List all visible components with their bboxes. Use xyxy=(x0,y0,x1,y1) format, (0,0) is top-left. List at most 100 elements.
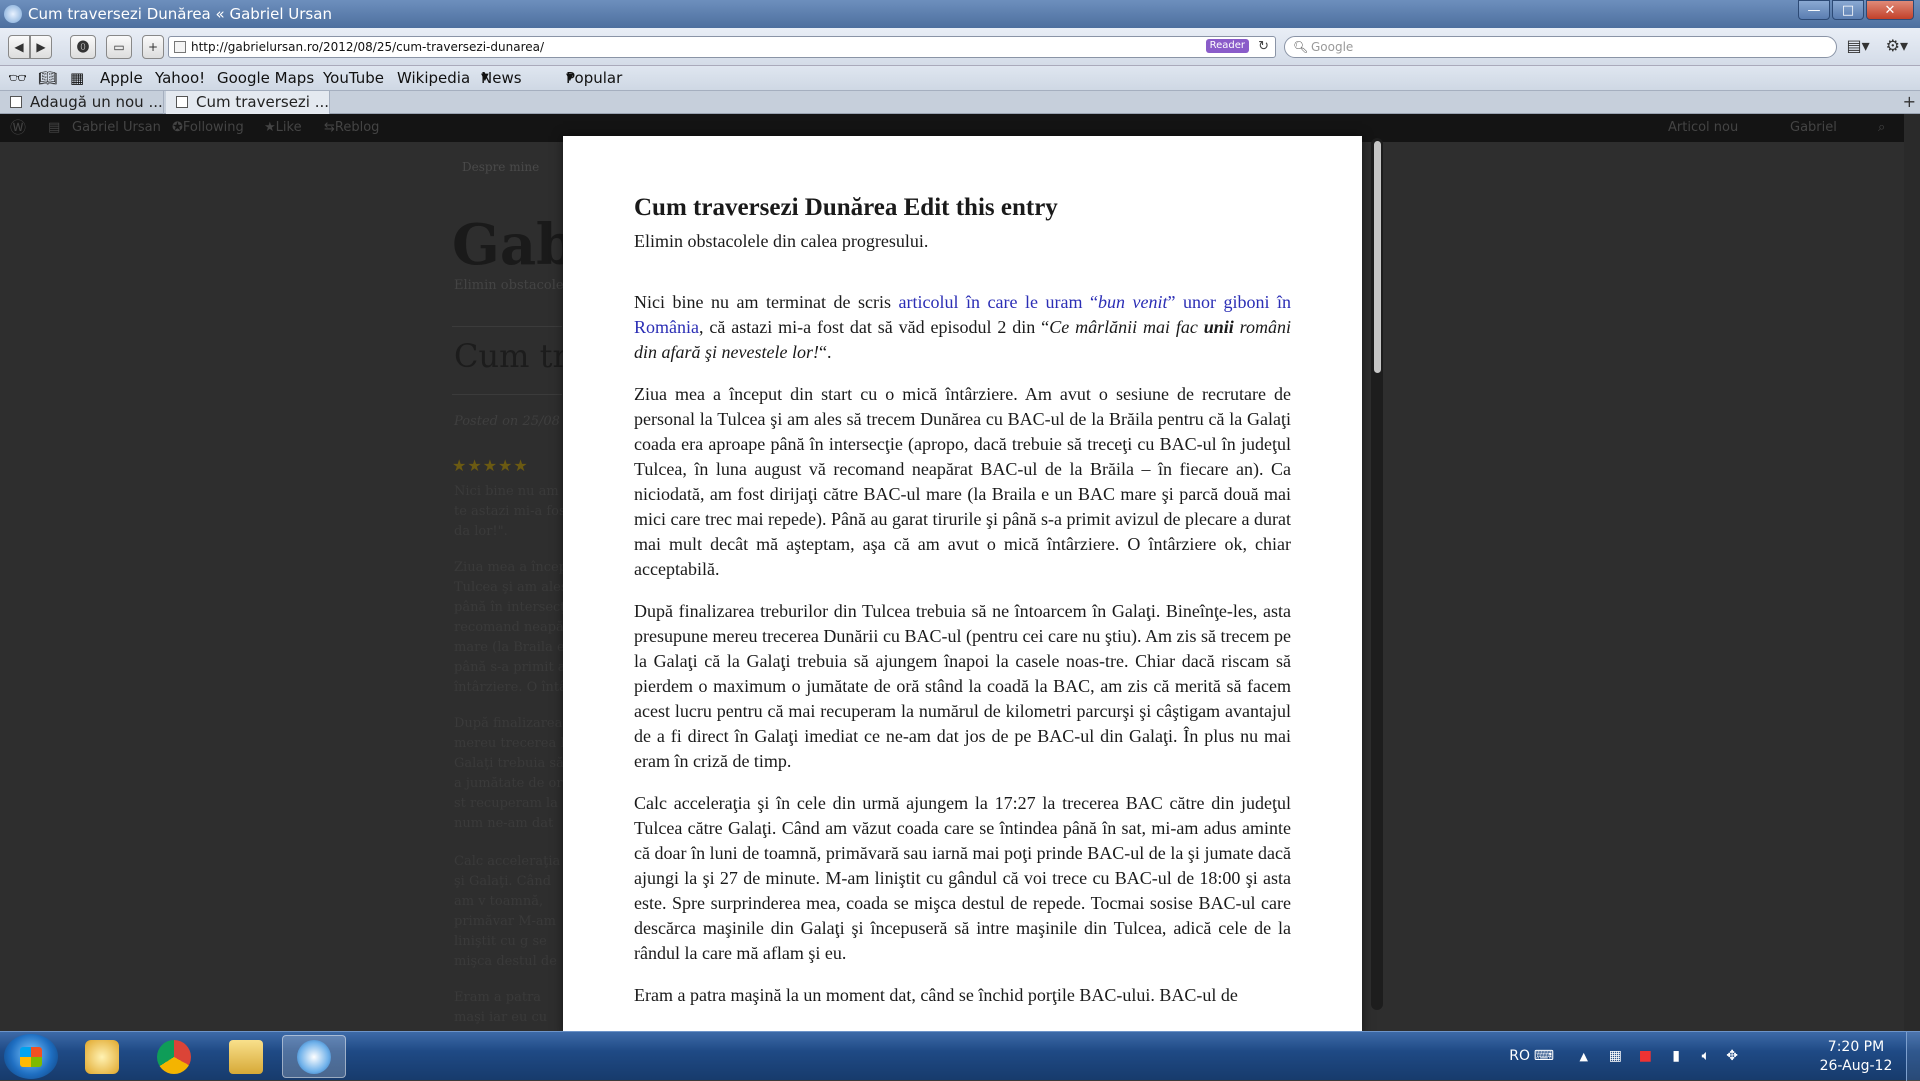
site-menu-item[interactable]: Despre mine xyxy=(462,160,539,174)
maximize-button[interactable]: □ xyxy=(1832,0,1864,20)
excerpt: Eram a patra maşi iar eu cu cele 3 m xyxy=(454,990,548,1025)
post-meta: Posted on 25/08 xyxy=(454,414,560,429)
top-sites-icon[interactable]: ⓿ xyxy=(70,35,96,59)
article-paragraph: Calc acceleraţia şi în cele din urmă aju… xyxy=(634,793,1291,963)
folder-icon xyxy=(229,1039,263,1074)
page-menu-icon[interactable]: ▤▾ xyxy=(1846,36,1869,55)
show-hidden-icons[interactable]: ▲ xyxy=(1580,1032,1588,1081)
wp-reblog[interactable]: ⇆ Reblog xyxy=(324,114,379,142)
reading-list-icon[interactable]: 👓︎ xyxy=(8,66,27,90)
volume-icon[interactable]: 🔈︎ xyxy=(1702,1032,1710,1081)
address-bar[interactable]: http://gabrielursan.ro/2012/08/25/cum-tr… xyxy=(168,36,1276,58)
windows-taskbar: RO ⌨ ▲ ▦ ■ ▮ 🔈︎ ✥ 7:20 PM 26-Aug-12 xyxy=(0,1031,1920,1081)
reload-icon[interactable]: ↻ xyxy=(1258,37,1269,57)
search-icon[interactable]: ⌕ xyxy=(1878,114,1885,142)
back-button[interactable]: ◀ xyxy=(8,35,30,59)
wp-site-link[interactable]: Gabriel Ursan xyxy=(72,114,161,142)
top-sites-grid-icon[interactable]: ▦ xyxy=(70,66,84,90)
menu-icon: ▤ xyxy=(48,120,61,135)
input-language[interactable]: RO xyxy=(1509,1032,1530,1081)
window-titlebar: Cum traversezi Dunărea « Gabriel Ursan —… xyxy=(0,0,1920,28)
bookmark-youtube[interactable]: YouTube xyxy=(323,66,384,90)
window-title: Cum traversezi Dunărea « Gabriel Ursan xyxy=(28,5,332,23)
wordpress-logo-icon[interactable]: Ⓦ xyxy=(10,114,26,142)
clock-date: 26-Aug-12 xyxy=(1819,1058,1893,1074)
forward-button[interactable]: ▶ xyxy=(30,35,52,59)
network-icon[interactable]: ▮ xyxy=(1672,1032,1680,1081)
site-tagline: Elimin obstacolele xyxy=(454,278,576,293)
excerpt: Ziua mea a încep Tulcea şi am ales până … xyxy=(454,560,573,695)
tab-bar: Adaugă un nou ... Cum traversezi ... + xyxy=(0,90,1920,114)
article-paragraph: Nici bine nu am terminat de scris artico… xyxy=(634,290,1291,365)
page-icon xyxy=(174,41,186,53)
bookmark-google-maps[interactable]: Google Maps xyxy=(217,66,314,90)
article-paragraph: După finalizarea treburilor din Tulcea t… xyxy=(634,601,1291,771)
bookmarks-book-icon[interactable]: 📖︎ xyxy=(38,66,57,90)
windows-logo-icon xyxy=(20,1047,42,1067)
article-paragraph: Eram a patra maşină la un moment dat, câ… xyxy=(634,985,1238,1005)
mail-icon xyxy=(85,1039,119,1074)
wp-like[interactable]: ★ Like xyxy=(264,114,302,142)
reader-button[interactable]: Reader xyxy=(1205,39,1249,53)
tab-adauga[interactable]: Adaugă un nou ... xyxy=(0,91,164,114)
following-label: Following xyxy=(182,120,244,135)
tab-cum-traversezi[interactable]: Cum traversezi ... xyxy=(166,91,330,114)
wp-new-post[interactable]: Articol nou xyxy=(1668,114,1738,142)
show-desktop-button[interactable] xyxy=(1906,1032,1920,1081)
article-subtitle: Elimin obstacolele din calea progresului… xyxy=(634,231,929,251)
text: Nici bine nu am terminat de scris xyxy=(634,292,899,312)
action-center-icon[interactable]: ▦ xyxy=(1609,1032,1622,1081)
chevron-down-icon: ▼ xyxy=(566,72,574,83)
taskbar-outlook[interactable] xyxy=(70,1035,134,1078)
bookmark-yahoo[interactable]: Yahoo! xyxy=(155,66,205,90)
url-text: http://gabrielursan.ro/2012/08/25/cum-tr… xyxy=(191,40,545,54)
window-controls: — □ ✕ xyxy=(1798,0,1914,20)
minimize-button[interactable]: — xyxy=(1798,0,1830,20)
taskbar-chrome[interactable] xyxy=(142,1035,206,1078)
search-icon: 🔍︎ xyxy=(1293,40,1309,54)
clock[interactable]: 7:20 PM 26-Aug-12 xyxy=(1816,1038,1896,1076)
popular-label: Popular xyxy=(566,69,623,87)
link-text: articolul în care le uram “ xyxy=(898,292,1098,312)
toolbar-menu-icons: ▤▾ ⚙▾ xyxy=(1846,36,1908,55)
wp-following[interactable]: ✪ Following xyxy=(172,114,244,142)
safari-compass-icon xyxy=(297,1039,331,1074)
new-tab-button[interactable]: + xyxy=(1903,91,1916,113)
chevron-down-icon: ▼ xyxy=(481,72,489,83)
reader-scroll-thumb[interactable] xyxy=(1374,141,1381,373)
rating-stars[interactable]: ★★★★★ xyxy=(452,456,529,475)
chrome-icon xyxy=(157,1039,191,1074)
taskbar-explorer[interactable] xyxy=(214,1035,278,1078)
strong-emphasis: unii xyxy=(1203,317,1234,337)
page-scrollbar[interactable] xyxy=(1904,114,1920,1031)
link-emphasis: bun venit xyxy=(1097,292,1168,312)
excerpt: Calc acceleraţia şi Galaţi. Când am v to… xyxy=(454,854,561,969)
search-input[interactable]: 🔍︎ Google xyxy=(1284,36,1837,58)
add-bookmark-icon[interactable]: + xyxy=(142,35,164,59)
keyboard-icon[interactable]: ⌨ xyxy=(1534,1032,1554,1081)
show-page-icon[interactable]: ▭ xyxy=(106,35,132,59)
emphasis: Ce mârlănii mai fac xyxy=(1049,317,1204,337)
bookmark-apple[interactable]: Apple xyxy=(100,66,143,90)
reader-article: Cum traversezi Dunărea Edit this entry E… xyxy=(634,192,1291,1025)
clock-time: 7:20 PM xyxy=(1827,1039,1885,1055)
excerpt: Nici bine nu am te astazi mi-a fost da l… xyxy=(454,484,571,539)
article-title: Cum traversezi Dunărea Edit this entry xyxy=(634,194,1058,221)
start-button[interactable] xyxy=(4,1034,58,1079)
close-button[interactable]: ✕ xyxy=(1866,0,1914,20)
gear-icon[interactable]: ⚙▾ xyxy=(1886,36,1908,55)
like-label: Like xyxy=(275,120,302,135)
divider xyxy=(452,394,562,395)
safari-app-icon xyxy=(4,5,22,23)
dropbox-icon[interactable]: ✥ xyxy=(1726,1032,1738,1081)
tab-label: Cum traversezi ... xyxy=(196,93,330,111)
page-icon xyxy=(10,96,22,108)
app-tray-icon[interactable]: ■ xyxy=(1639,1032,1652,1081)
article-paragraph: Ziua mea a început din start cu o mică î… xyxy=(634,384,1291,579)
bookmarks-bar: 👓︎ 📖︎ ▦ Apple Yahoo! Google Maps YouTube… xyxy=(0,66,1920,111)
wp-user[interactable]: Gabriel xyxy=(1790,114,1837,142)
divider xyxy=(452,326,562,327)
reader-overlay: Cum traversezi Dunărea Edit this entry E… xyxy=(563,136,1362,1036)
taskbar-safari[interactable] xyxy=(282,1035,346,1078)
bookmark-wikipedia[interactable]: Wikipedia xyxy=(397,66,470,90)
